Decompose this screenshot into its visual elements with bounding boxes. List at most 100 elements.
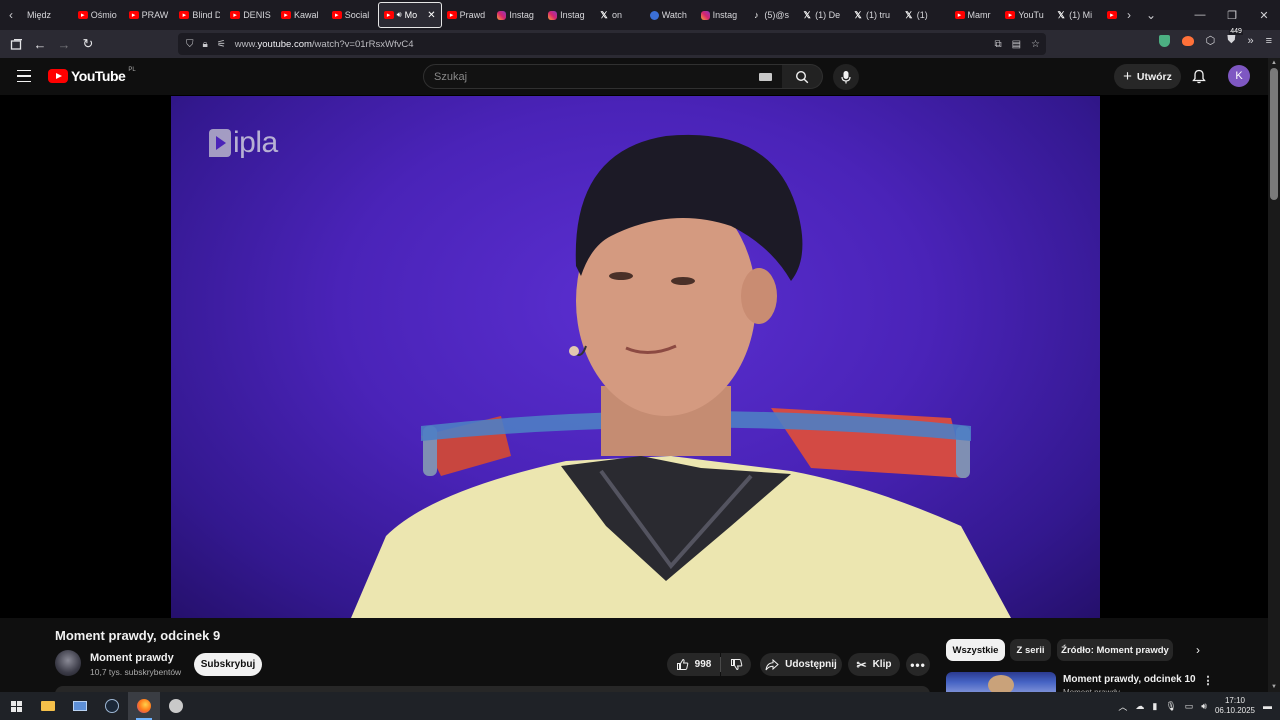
chip-all[interactable]: Wszystkie xyxy=(946,639,1005,661)
browser-tab[interactable]: ▸ 🔊︎ Mo ✕ xyxy=(377,2,442,28)
search-button[interactable] xyxy=(782,64,823,89)
start-button[interactable] xyxy=(0,692,32,720)
taskbar-app[interactable] xyxy=(160,692,192,720)
browser-tab-strip: ‹ Międz▸Ośmio▸PRAWD▸Blind D▸DENIS▸Kawal▸… xyxy=(0,0,1280,30)
more-tools-icon[interactable]: » xyxy=(1247,35,1253,47)
browser-tab[interactable]: ▸PRAWD xyxy=(124,2,175,28)
channel-name[interactable]: Moment prawdy xyxy=(90,652,174,664)
browser-tab[interactable]: ▸ DENIS xyxy=(225,2,276,28)
taskbar-file-explorer[interactable] xyxy=(32,692,64,720)
browser-tab[interactable]: 𝕏 (1) Mi xyxy=(1051,2,1102,28)
create-button[interactable]: + Utwórz xyxy=(1114,64,1181,89)
browser-tab[interactable]: Watch xyxy=(645,2,696,28)
browser-tab[interactable]: Międz xyxy=(22,2,73,28)
more-vertical-icon[interactable]: ⋮ xyxy=(1202,673,1214,689)
chip-from-series[interactable]: Z serii xyxy=(1010,639,1051,661)
url-text[interactable]: www.youtube.com/watch?v=01rRsxWfvC4 xyxy=(235,39,414,50)
scroll-tabs-left-icon[interactable]: ‹ xyxy=(0,0,22,30)
thumbs-down-icon xyxy=(730,659,742,671)
dislike-button[interactable] xyxy=(721,653,751,676)
app-menu-icon[interactable]: ≡ xyxy=(1266,35,1272,47)
browser-tab[interactable]: ♪ (5)@s xyxy=(746,2,797,28)
youtube-favicon-icon: ▸ xyxy=(383,11,394,19)
browser-tab[interactable]: ▸Diac xyxy=(1102,2,1118,28)
browser-tab[interactable]: 𝕏on xyxy=(594,2,645,28)
address-bar[interactable]: ⛉ 🔒︎ ⚟ www.youtube.com/watch?v=01rRsxWfv… xyxy=(178,33,1046,55)
audio-playing-icon[interactable]: 🔊︎ xyxy=(397,10,402,20)
browser-tab[interactable]: ▸ Blind D xyxy=(174,2,225,28)
scroll-tabs-right-icon[interactable]: › xyxy=(1118,0,1140,30)
list-all-tabs-icon[interactable]: ⌄ xyxy=(1140,0,1162,30)
extensions-puzzle-icon[interactable]: ⬡ xyxy=(1206,34,1216,47)
like-button[interactable]: 998 xyxy=(667,653,720,676)
chip-source[interactable]: Źródło: Moment prawdy xyxy=(1057,639,1173,661)
back-icon[interactable]: ← xyxy=(28,32,52,56)
video-frame[interactable]: ipla xyxy=(171,96,1100,618)
volume-icon[interactable]: 🔊︎ xyxy=(1201,701,1207,712)
browser-tab[interactable]: Instag xyxy=(543,2,594,28)
monitor-icon xyxy=(73,701,87,711)
subscribe-button[interactable]: Subskrybuj xyxy=(194,653,262,676)
browser-tab[interactable]: ▸ Social xyxy=(327,2,378,28)
recommendation-title[interactable]: Moment prawdy, odcinek 10 xyxy=(1063,674,1196,685)
browser-tab[interactable]: ▸ Mamr xyxy=(950,2,1001,28)
reader-view-icon[interactable]: ▤ xyxy=(1012,39,1021,50)
taskbar-remote-desktop[interactable] xyxy=(64,692,96,720)
browser-tab[interactable]: Instag xyxy=(492,2,543,28)
close-tab-icon[interactable]: ✕ xyxy=(427,10,435,21)
more-actions-button[interactable]: ••• xyxy=(906,653,930,676)
tab-overview-icon[interactable] xyxy=(4,32,28,56)
youtube-logo[interactable]: YouTube PL xyxy=(48,67,136,84)
browser-tab[interactable]: ▸ YouTu xyxy=(1000,2,1051,28)
taskbar-firefox[interactable] xyxy=(128,692,160,720)
browser-tab[interactable]: ▸ Prawd xyxy=(442,2,493,28)
usb-drive-icon[interactable]: ▮ xyxy=(1152,701,1157,712)
close-window-icon[interactable]: ✕ xyxy=(1248,0,1280,30)
show-hidden-icons-icon[interactable]: ︿ xyxy=(1118,700,1127,713)
share-button[interactable]: Udostępnij xyxy=(760,653,842,676)
search-box[interactable] xyxy=(423,64,783,89)
clock[interactable]: 17:10 06.10.2025 xyxy=(1215,696,1255,716)
scroll-up-icon[interactable]: ▲ xyxy=(1270,60,1278,66)
browser-tab[interactable]: 𝕏 (1) xyxy=(899,2,950,28)
clip-button[interactable]: ✂ Klip xyxy=(848,653,900,676)
lock-icon[interactable]: 🔒︎ xyxy=(203,39,208,50)
browser-tab[interactable]: Instag xyxy=(696,2,747,28)
permissions-icon[interactable]: ⚟ xyxy=(217,39,226,50)
recommendation-thumbnail[interactable] xyxy=(946,672,1056,692)
forward-icon[interactable]: → xyxy=(52,32,76,56)
channel-avatar[interactable] xyxy=(55,650,81,676)
browser-tab[interactable]: ▸ Ośmio xyxy=(73,2,124,28)
scroll-down-icon[interactable]: ▼ xyxy=(1270,684,1278,690)
fox-extension-icon[interactable] xyxy=(1181,35,1194,46)
reload-icon[interactable]: ↻ xyxy=(76,32,100,56)
onedrive-cloud-icon[interactable]: ☁ xyxy=(1135,701,1144,712)
browser-tab[interactable]: 𝕏 (1) De xyxy=(797,2,848,28)
bookmark-star-icon[interactable]: ☆ xyxy=(1031,39,1040,50)
browser-tab[interactable]: ▸ Kawal xyxy=(276,2,327,28)
restore-icon[interactable]: ❐ xyxy=(1216,0,1248,30)
microphone-icon xyxy=(841,71,851,84)
ublock-extension-icon[interactable]: ⛊ 449 xyxy=(1227,28,1243,47)
video-player[interactable]: ipla xyxy=(0,95,1268,618)
browser-tab[interactable]: 𝕏 (1) tru xyxy=(848,2,899,28)
x-favicon-icon: 𝕏 xyxy=(803,9,811,20)
chevron-right-icon[interactable]: › xyxy=(1190,642,1206,658)
scrollbar-thumb[interactable] xyxy=(1270,68,1278,200)
picture-in-picture-icon[interactable]: ⧉ xyxy=(994,39,1001,50)
microphone-tray-icon[interactable]: 🎙︎ xyxy=(1165,701,1176,712)
x-favicon-icon: 𝕏 xyxy=(854,9,862,20)
page-scrollbar[interactable]: ▲ ▼ xyxy=(1268,58,1280,692)
notifications-bell-icon[interactable] xyxy=(1189,66,1209,86)
taskbar-steam[interactable] xyxy=(96,692,128,720)
shield-extension-icon[interactable] xyxy=(1158,34,1170,47)
account-avatar[interactable]: K xyxy=(1228,65,1250,87)
tracking-protection-icon[interactable]: ⛉ xyxy=(186,39,194,50)
voice-search-button[interactable] xyxy=(833,64,859,90)
guide-menu-icon[interactable] xyxy=(14,66,34,86)
keyboard-icon[interactable] xyxy=(759,73,772,81)
search-input[interactable] xyxy=(434,70,734,83)
minimize-icon[interactable]: — xyxy=(1184,0,1216,30)
notifications-icon[interactable]: ▬ xyxy=(1263,701,1272,711)
network-icon[interactable]: ▭ xyxy=(1185,701,1194,712)
